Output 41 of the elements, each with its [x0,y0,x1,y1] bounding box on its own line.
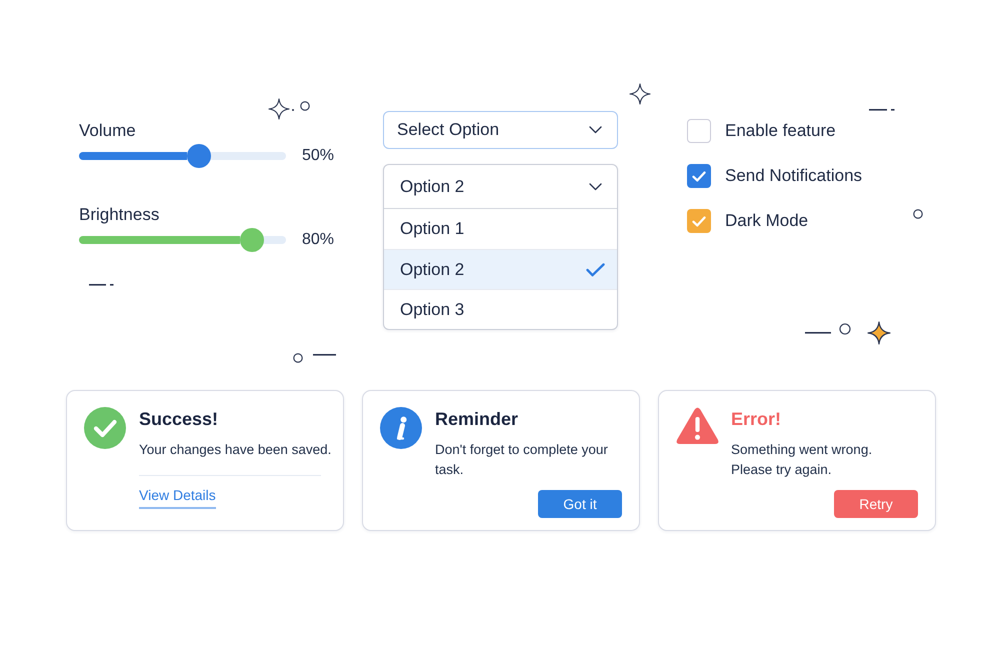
dropdown[interactable]: Option 2 [384,165,617,209]
checkbox-label: Dark Mode [725,211,808,231]
notification-title: Success! [139,408,218,431]
check-icon [586,262,605,276]
notification-message: Something went wrong. Please try again. [731,441,874,479]
ring-icon [300,101,310,111]
dropdown-option[interactable]: Option 3 [384,289,617,329]
checkbox-label: Enable feature [725,121,836,141]
checkbox-label: Send Notifications [725,166,862,186]
slider-label: Brightness [79,205,160,225]
slider-value: 50% [302,146,334,166]
slider-label: Volume [79,121,136,141]
dash-icon [869,109,895,111]
slider-thumb[interactable] [186,144,211,168]
chevron-icon [589,182,602,190]
notification-message: Don't forget to complete your task. [435,441,609,479]
notification-title: Reminder [435,408,518,431]
action-link[interactable]: View Details [139,486,216,509]
ring-icon [913,209,923,219]
dash-icon [805,332,831,334]
checkbox[interactable] [687,209,711,233]
notification-message: Your changes have been saved. [139,441,332,459]
dropdown-option[interactable]: Option 2 [384,249,617,289]
check-icon [692,170,706,182]
checkbox[interactable] [687,164,711,188]
sparkle-icon [268,98,290,120]
dropdown-option[interactable]: Option 1 [384,209,617,249]
ring-icon [839,323,851,335]
ring-icon [293,353,303,363]
sparkle-icon [629,83,651,105]
action-button[interactable]: Got it [538,490,622,518]
dropdown[interactable]: Select Option [383,111,618,149]
slider-value: 80% [302,230,334,250]
dash-icon [89,284,114,286]
dash-icon [313,354,336,356]
check-icon [692,216,706,226]
notification-title: Error! [731,408,782,431]
checkbox[interactable] [687,119,711,143]
slider-thumb[interactable] [240,228,264,252]
chevron-icon [589,126,602,134]
sparkle-icon [867,321,891,345]
